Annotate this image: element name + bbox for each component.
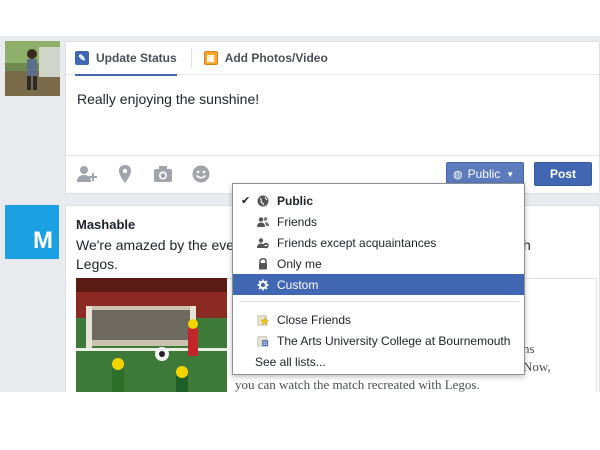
menu-item-label: Friends except acquaintances — [277, 235, 437, 250]
story-image[interactable] — [76, 278, 227, 392]
composer-tabs: ✎ Update Status ▣ Add Photos/Video — [66, 42, 599, 76]
mashable-avatar[interactable]: M — [5, 205, 59, 259]
tab-divider — [190, 49, 192, 67]
menu-item-label: The Arts University College at Bournemou… — [277, 333, 511, 348]
menu-item-label: Friends — [277, 214, 318, 229]
pencil-icon: ✎ — [75, 51, 89, 65]
menu-item-arts-university[interactable]: The Arts University College at Bournemou… — [233, 330, 524, 351]
menu-item-label: Public — [277, 193, 314, 208]
chevron-down-icon: ▼ — [506, 169, 515, 179]
tab-add-photos[interactable]: ▣ Add Photos/Video — [203, 42, 328, 75]
menu-divider — [239, 301, 519, 302]
building-icon — [257, 335, 269, 347]
status-composer: ✎ Update Status ▣ Add Photos/Video Reall… — [65, 41, 600, 194]
tab-label: Add Photos/Video — [224, 51, 328, 65]
menu-item-custom[interactable]: Custom — [233, 274, 524, 295]
menu-item-only-me[interactable]: Only me — [233, 253, 524, 274]
globe-icon: ◍ — [453, 168, 463, 181]
tag-friends-icon[interactable] — [76, 164, 98, 184]
globe-icon — [257, 195, 269, 207]
story-author[interactable]: Mashable — [76, 217, 135, 232]
menu-item-friends-except-acquaintances[interactable]: Friends except acquaintances — [233, 232, 524, 253]
user-avatar[interactable] — [5, 41, 60, 96]
menu-item-label: See all lists... — [255, 354, 326, 369]
privacy-dropdown-menu: ✔ Public Friends Friends except acquaint… — [232, 183, 525, 375]
menu-item-label: Custom — [277, 277, 319, 292]
checkmark-icon: ✔ — [241, 195, 251, 207]
gear-icon — [257, 279, 269, 291]
tab-label: Update Status — [96, 51, 177, 65]
story-text-start: We're amazed by the eve — [76, 237, 235, 253]
lock-icon — [257, 257, 269, 270]
menu-item-close-friends[interactable]: Close Friends — [233, 309, 524, 330]
location-pin-icon[interactable] — [114, 164, 136, 184]
tab-update-status[interactable]: ✎ Update Status — [75, 42, 177, 76]
friends-except-icon — [257, 237, 269, 249]
menu-item-label: Only me — [277, 256, 322, 271]
link-text-fragment: you can watch the match recreated with L… — [235, 377, 480, 392]
friends-icon — [257, 216, 269, 228]
menu-item-label: Close Friends — [277, 312, 352, 327]
photo-icon: ▣ — [203, 51, 218, 65]
menu-item-see-all-lists[interactable]: See all lists... — [233, 351, 524, 372]
menu-item-public[interactable]: ✔ Public — [233, 190, 524, 211]
post-button[interactable]: Post — [534, 162, 592, 186]
camera-icon[interactable] — [152, 164, 174, 184]
story-text-line2: Legos. — [76, 256, 119, 272]
privacy-label: Public — [467, 167, 501, 181]
link-text-fragment: Now, — [523, 359, 551, 374]
emoji-icon[interactable] — [190, 164, 212, 184]
star-list-icon — [257, 314, 269, 326]
menu-item-friends[interactable]: Friends — [233, 211, 524, 232]
status-input[interactable]: Really enjoying the sunshine! — [66, 75, 599, 161]
